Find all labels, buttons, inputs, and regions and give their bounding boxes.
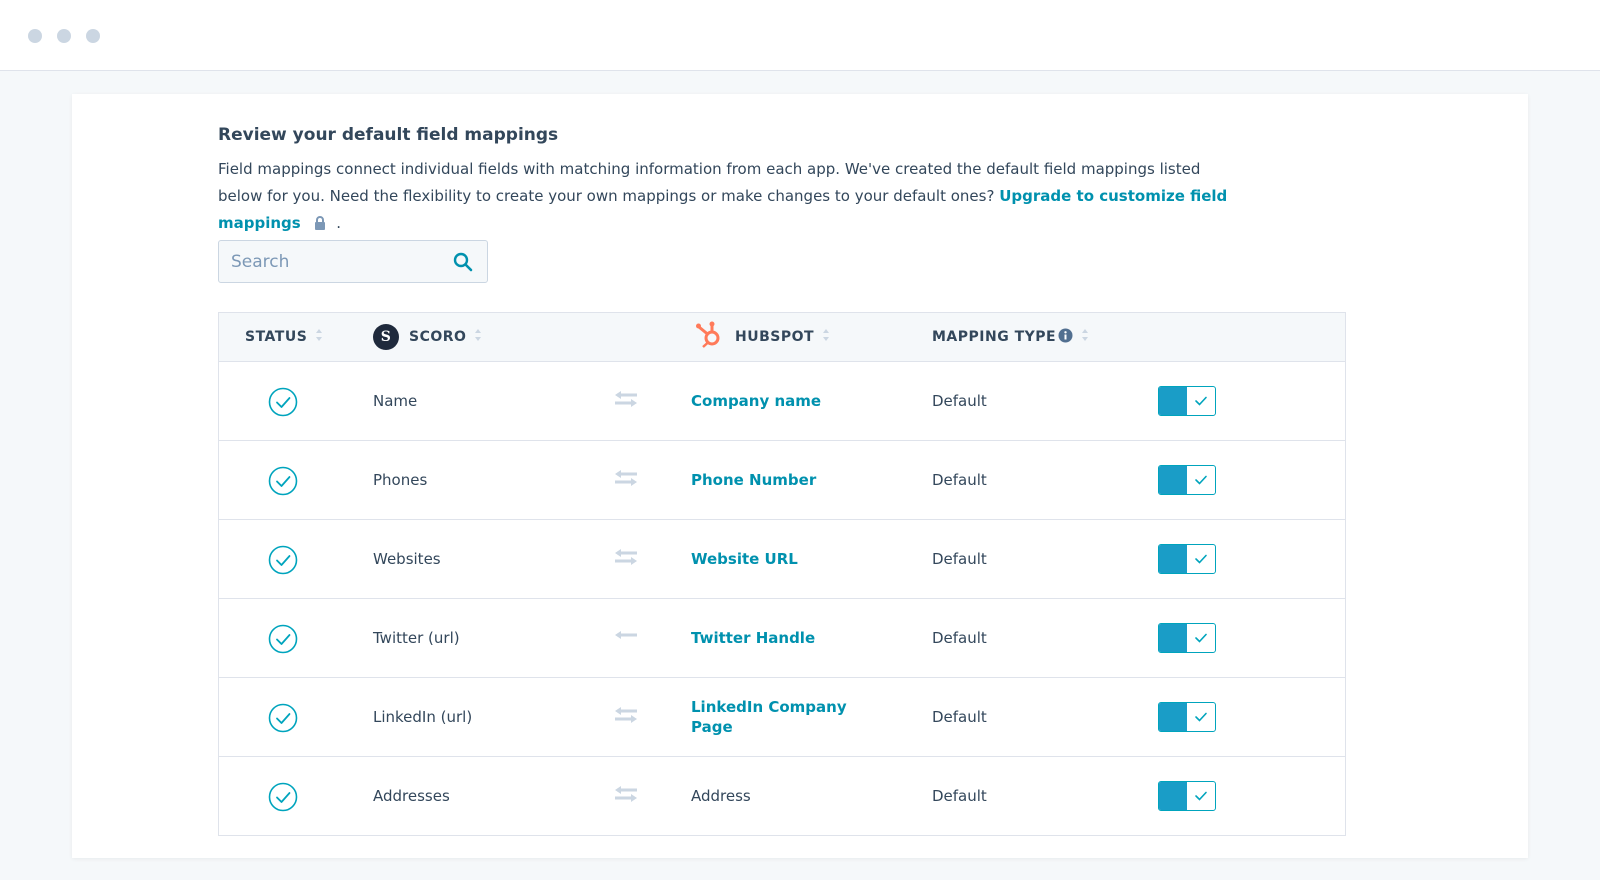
toggle-fill — [1159, 466, 1187, 494]
mapping-toggle[interactable] — [1158, 623, 1216, 653]
sort-icon[interactable] — [1081, 327, 1089, 347]
mapping-type: Default — [932, 392, 987, 410]
status-check-icon — [268, 466, 298, 500]
scoro-field: Addresses — [373, 787, 450, 805]
scoro-field: Websites — [373, 550, 441, 568]
status-check-icon — [268, 387, 298, 421]
status-check-icon — [268, 703, 298, 737]
search-icon[interactable] — [453, 252, 473, 276]
description-period: . — [336, 214, 342, 232]
toggle-fill — [1159, 545, 1187, 573]
check-icon — [1187, 624, 1215, 652]
header-scoro[interactable]: S SCORO — [373, 313, 482, 361]
mapping-toggle[interactable] — [1158, 702, 1216, 732]
section-title: Review your default field mappings — [218, 125, 559, 145]
hubspot-field[interactable]: Twitter Handle — [691, 599, 881, 677]
header-scoro-label: SCORO — [409, 329, 467, 345]
table-row: Websites Website URL Default — [219, 520, 1345, 599]
toggle-fill — [1159, 782, 1187, 810]
check-icon — [1187, 466, 1215, 494]
mapping-toggle[interactable] — [1158, 386, 1216, 416]
hubspot-field[interactable]: Website URL — [691, 520, 881, 598]
status-check-icon — [268, 624, 298, 658]
status-check-icon — [268, 545, 298, 579]
lock-icon — [314, 212, 326, 239]
mapping-type: Default — [932, 787, 987, 805]
mapping-toggle[interactable] — [1158, 544, 1216, 574]
header-hubspot[interactable]: HUBSPOT — [695, 313, 830, 361]
search-input[interactable] — [219, 241, 463, 282]
mapping-type: Default — [932, 708, 987, 726]
header-mapping-type-label: MAPPING TYPE — [932, 329, 1057, 345]
scoro-logo-icon: S — [373, 324, 399, 350]
mapping-toggle[interactable] — [1158, 465, 1216, 495]
mapping-type: Default — [932, 629, 987, 647]
header-status-label: STATUS — [245, 329, 308, 345]
header-mapping-type[interactable]: MAPPING TYPE — [932, 313, 1089, 361]
check-icon — [1187, 387, 1215, 415]
hubspot-field: Address — [691, 787, 751, 805]
hubspot-logo-icon — [695, 320, 723, 354]
sort-icon[interactable] — [822, 327, 830, 347]
sync-direction-icon — [613, 705, 639, 729]
table-row: LinkedIn (url) LinkedIn Company Page Defau… — [219, 678, 1345, 757]
table-header: STATUS S SCORO HUBSPOT MAPPING TYPE — [219, 313, 1345, 362]
window-maximize-dot[interactable] — [86, 29, 100, 43]
toggle-fill — [1159, 624, 1187, 652]
sync-direction-icon — [613, 547, 639, 571]
mapping-type: Default — [932, 471, 987, 489]
table-row: Phones Phone Number Default — [219, 441, 1345, 520]
info-icon[interactable] — [1058, 328, 1073, 347]
search-box — [218, 240, 488, 283]
hubspot-field[interactable]: Phone Number — [691, 441, 881, 519]
sync-direction-icon — [613, 626, 639, 650]
sync-direction-icon — [613, 784, 639, 808]
status-check-icon — [268, 782, 298, 816]
table-row: Name Company name Default — [219, 362, 1345, 441]
sync-direction-icon — [613, 389, 639, 413]
mapping-type: Default — [932, 550, 987, 568]
toggle-fill — [1159, 387, 1187, 415]
mappings-table: STATUS S SCORO HUBSPOT MAPPING TYPE Name… — [218, 312, 1346, 836]
sort-icon[interactable] — [315, 327, 323, 347]
header-status[interactable]: STATUS — [245, 313, 323, 361]
scoro-field: LinkedIn (url) — [373, 708, 473, 726]
toggle-fill — [1159, 703, 1187, 731]
scoro-field: Name — [373, 392, 418, 410]
check-icon — [1187, 782, 1215, 810]
window-close-dot[interactable] — [28, 29, 42, 43]
sync-direction-icon — [613, 468, 639, 492]
check-icon — [1187, 545, 1215, 573]
header-hubspot-label: HUBSPOT — [735, 329, 815, 345]
hubspot-field[interactable]: LinkedIn Company Page — [691, 678, 881, 756]
field-mappings-card: Review your default field mappings Field… — [72, 94, 1528, 858]
table-row: Addresses Address Default — [219, 757, 1345, 836]
scoro-field: Twitter (url) — [373, 629, 460, 647]
scoro-field: Phones — [373, 471, 428, 489]
window-titlebar — [0, 0, 1600, 71]
sort-icon[interactable] — [474, 327, 482, 347]
table-row: Twitter (url) Twitter Handle Default — [219, 599, 1345, 678]
table-body: Name Company name Default Phones Phone Numbe… — [219, 362, 1345, 836]
check-icon — [1187, 703, 1215, 731]
hubspot-field[interactable]: Company name — [691, 362, 881, 440]
mapping-toggle[interactable] — [1158, 781, 1216, 811]
section-description: Field mappings connect individual fields… — [218, 156, 1238, 239]
window-minimize-dot[interactable] — [57, 29, 71, 43]
